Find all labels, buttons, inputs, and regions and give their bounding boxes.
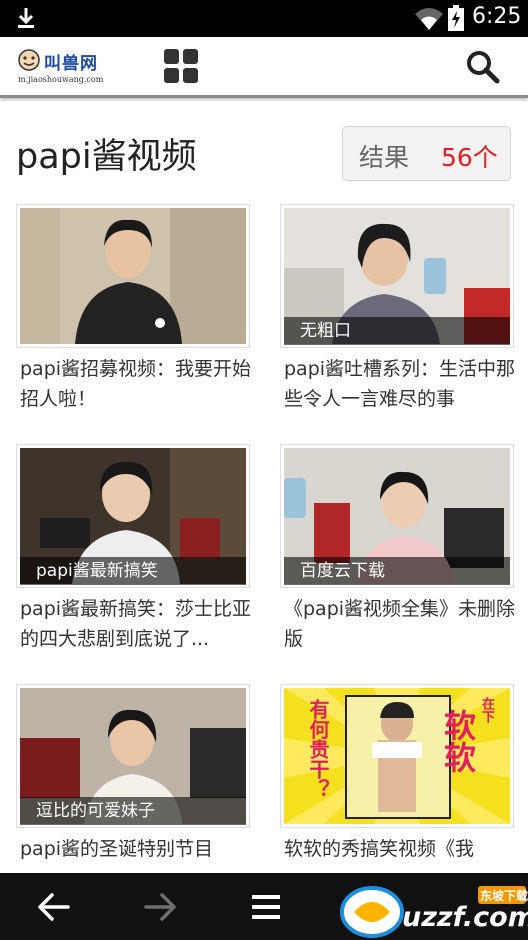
result-label: 结果 — [359, 143, 410, 172]
logo-name: 叫兽网 — [44, 54, 98, 74]
video-title[interactable]: 《papi酱视频全集》未删除版 — [284, 594, 516, 654]
video-tag: papi酱最新搞笑 — [20, 557, 246, 585]
watermark-logo: 东坡下载 uzzf.com — [338, 872, 528, 940]
site-logo[interactable]: 叫兽网 m.jiaoshouwang.com — [14, 45, 124, 89]
search-icon[interactable] — [464, 48, 500, 84]
video-thumbnail[interactable]: 有何贵干？ 在下 软软 — [280, 684, 514, 828]
wifi-icon — [415, 8, 443, 30]
video-title[interactable]: papi酱的圣诞特别节目 — [20, 834, 252, 864]
video-title[interactable]: papi酱吐槽系列：生活中那些令人一言难尽的事 — [284, 354, 516, 414]
poster-text-right: 软软 — [439, 709, 477, 773]
video-title[interactable]: 软软的秀搞笑视频《我 — [284, 834, 516, 864]
result-count: 56个 — [441, 143, 498, 172]
battery-icon — [448, 5, 464, 31]
video-thumbnail[interactable] — [16, 204, 250, 348]
poster-text-left: 有何贵干？ — [306, 699, 330, 799]
download-icon — [18, 8, 34, 28]
poster-text-small: 在下 — [479, 697, 494, 723]
watermark-text: uzzf.com — [402, 902, 528, 933]
video-thumbnail[interactable]: 百度云下载 — [280, 444, 514, 588]
video-thumbnail[interactable]: 无粗口 — [280, 204, 514, 348]
video-title[interactable]: papi酱最新搞笑：莎士比亚的四大悲剧到底说了... — [20, 594, 252, 654]
logo-url: m.jiaoshouwang.com — [18, 75, 104, 84]
thumbnail-image — [20, 208, 246, 344]
grid-menu-icon[interactable] — [163, 48, 199, 84]
result-count-box: 结果 56个 — [342, 126, 511, 181]
video-tag: 无粗口 — [284, 317, 510, 345]
status-time: 6:25 — [472, 4, 522, 29]
video-thumbnail[interactable]: 逗比的可爱妹子 — [16, 684, 250, 828]
video-tag: 百度云下载 — [284, 557, 510, 585]
app-header: 叫兽网 m.jiaoshouwang.com — [0, 37, 528, 98]
menu-icon[interactable] — [248, 889, 284, 925]
video-thumbnail[interactable]: papi酱最新搞笑 — [16, 444, 250, 588]
mascot-icon — [18, 49, 40, 71]
status-bar: 6:25 — [0, 0, 528, 37]
back-arrow-icon[interactable] — [36, 889, 72, 925]
video-title[interactable]: papi酱招募视频：我要开始招人啦！ — [20, 354, 252, 414]
video-tag: 逗比的可爱妹子 — [20, 797, 246, 825]
forward-arrow-icon[interactable] — [142, 889, 178, 925]
search-title: papi酱视频 — [16, 137, 197, 177]
